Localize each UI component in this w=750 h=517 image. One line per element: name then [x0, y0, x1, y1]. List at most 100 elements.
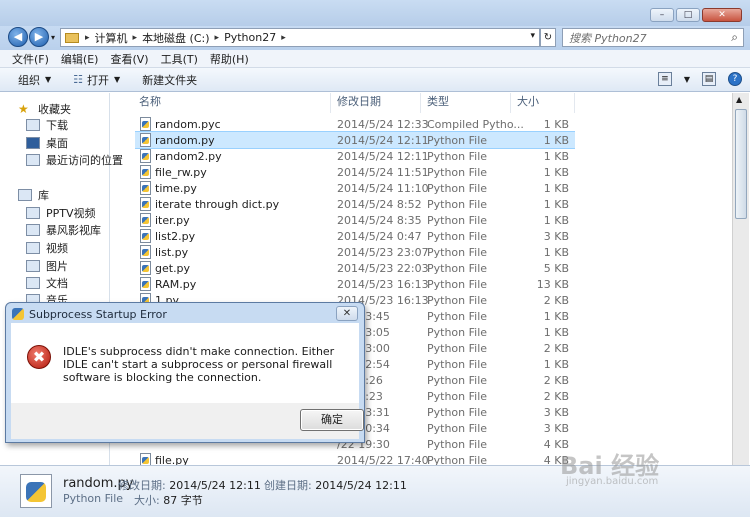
- nav-item-pictures[interactable]: 图片: [26, 258, 68, 274]
- chevron-right-icon[interactable]: ▸: [281, 33, 286, 43]
- file-size: 1 KB: [543, 357, 569, 371]
- search-icon[interactable]: ⌕: [731, 30, 738, 45]
- python-file-icon: [140, 261, 151, 275]
- file-date: 2014/5/23 16:13: [337, 277, 429, 291]
- file-row[interactable]: list.py 2014/5/23 23:07 Python File 1 KB: [135, 244, 575, 260]
- file-name: random.py: [155, 133, 215, 147]
- nav-item-downloads[interactable]: 下载: [26, 117, 68, 133]
- file-row[interactable]: random2.py 2014/5/24 12:11 Python File 1 KB: [135, 148, 575, 164]
- scroll-up-icon[interactable]: ▲: [736, 95, 742, 104]
- menu-file[interactable]: 文件(F): [12, 51, 49, 67]
- python-file-large-icon: [20, 474, 52, 508]
- nav-item-label: 暴风影视库: [46, 224, 101, 237]
- file-size: 1 KB: [543, 181, 569, 195]
- nav-item-videos[interactable]: 视频: [26, 240, 68, 256]
- preview-pane-icon[interactable]: ▤: [702, 72, 716, 86]
- python-file-icon: [140, 133, 151, 147]
- minimize-button[interactable]: –: [650, 8, 674, 22]
- breadcrumb-local-disk[interactable]: 本地磁盘 (C:): [142, 30, 209, 46]
- file-date: 2014/5/24 12:11: [337, 133, 429, 147]
- column-header-name[interactable]: 名称: [135, 93, 331, 113]
- python-file-icon: [140, 245, 151, 259]
- file-size: 5 KB: [543, 261, 569, 275]
- chevron-right-icon[interactable]: ▸: [215, 33, 220, 43]
- file-type: Python File: [427, 325, 488, 339]
- file-size: 1 KB: [543, 149, 569, 163]
- file-name: file_rw.py: [155, 165, 207, 179]
- vertical-scrollbar[interactable]: ▲: [732, 93, 749, 465]
- close-window-button[interactable]: ✕: [702, 8, 742, 22]
- python-app-icon: [12, 308, 24, 320]
- file-row[interactable]: list2.py 2014/5/24 0:47 Python File 3 KB: [135, 228, 575, 244]
- nav-item-label: 文档: [46, 277, 68, 290]
- file-row[interactable]: iter.py 2014/5/24 8:35 Python File 1 KB: [135, 212, 575, 228]
- file-row[interactable]: RAM.py 2014/5/23 16:13 Python File 13 KB: [135, 276, 575, 292]
- file-size: 1 KB: [543, 165, 569, 179]
- window-titlebar: – □ ✕: [0, 0, 750, 26]
- details-modified: 修改日期: 2014/5/24 12:11: [118, 477, 261, 493]
- file-row[interactable]: time.py 2014/5/24 11:10 Python File 1 KB: [135, 180, 575, 196]
- ok-button[interactable]: 确定: [300, 409, 364, 431]
- menu-view[interactable]: 查看(V): [110, 51, 148, 67]
- file-row-selected[interactable]: random.py 2014/5/24 12:11 Python File 1 KB: [135, 131, 575, 149]
- created-label: 创建日期:: [264, 479, 312, 492]
- back-button[interactable]: ◀: [8, 27, 28, 47]
- file-row[interactable]: file_rw.py 2014/5/24 11:51 Python File 1 KB: [135, 164, 575, 180]
- address-bar[interactable]: ▸ 计算机 ▸ 本地磁盘 (C:) ▸ Python27 ▸ ▾: [60, 28, 540, 47]
- history-dropdown-icon[interactable]: ▾: [51, 33, 55, 42]
- chevron-down-icon: ▼: [114, 75, 121, 84]
- nav-item-label: 图片: [46, 260, 68, 273]
- file-row[interactable]: get.py 2014/5/23 22:03 Python File 5 KB: [135, 260, 575, 276]
- breadcrumb-python27[interactable]: Python27: [224, 31, 276, 44]
- column-header-date[interactable]: 修改日期: [333, 93, 421, 113]
- open-button[interactable]: ☷ 打开 ▼: [73, 72, 120, 88]
- file-date: 2014/5/24 8:52: [337, 197, 422, 211]
- organize-button[interactable]: 组织 ▼: [18, 72, 51, 88]
- menu-edit[interactable]: 编辑(E): [61, 51, 99, 67]
- file-size: 2 KB: [543, 373, 569, 387]
- address-dropdown-icon[interactable]: ▾: [530, 31, 535, 41]
- chevron-right-icon[interactable]: ▸: [85, 33, 90, 43]
- modified-label: 修改日期:: [118, 479, 166, 492]
- column-header-type[interactable]: 类型: [423, 93, 511, 113]
- python-file-icon: [140, 197, 151, 211]
- column-header-size[interactable]: 大小: [513, 93, 575, 113]
- chevron-down-icon[interactable]: ▼: [684, 75, 690, 84]
- nav-item-documents[interactable]: 文档: [26, 275, 68, 291]
- menu-help[interactable]: 帮助(H): [210, 51, 249, 67]
- search-input[interactable]: 搜索 Python27 ⌕: [562, 28, 744, 47]
- breadcrumb-computer[interactable]: 计算机: [95, 30, 128, 46]
- forward-button[interactable]: ▶: [29, 27, 49, 47]
- new-folder-button[interactable]: 新建文件夹: [142, 72, 197, 88]
- chevron-right-icon[interactable]: ▸: [133, 33, 138, 43]
- new-folder-label: 新建文件夹: [142, 73, 198, 87]
- menu-tools[interactable]: 工具(T): [161, 51, 198, 67]
- view-options-icon[interactable]: ≡: [657, 72, 672, 86]
- scrollbar-thumb[interactable]: [735, 109, 747, 219]
- file-type: Python File: [427, 389, 488, 403]
- nav-item-baofeng[interactable]: 暴风影视库: [26, 222, 101, 238]
- dialog-close-button[interactable]: ✕: [336, 306, 358, 321]
- help-icon[interactable]: ?: [728, 72, 742, 86]
- file-type: Python File: [427, 277, 488, 291]
- nav-item-pptv[interactable]: PPTV视频: [26, 205, 96, 221]
- library-icon: [18, 189, 32, 201]
- file-type: Python File: [427, 293, 488, 307]
- refresh-button[interactable]: ↻: [540, 28, 556, 47]
- file-type: Python File: [427, 261, 488, 275]
- nav-libraries-label: 库: [38, 189, 49, 202]
- file-row[interactable]: random.pyc 2014/5/24 12:33 Compiled Pytho.…: [135, 116, 575, 132]
- nav-libraries[interactable]: 库: [18, 187, 49, 203]
- nav-item-label: 视频: [46, 242, 68, 255]
- python-file-icon: [140, 165, 151, 179]
- maximize-button[interactable]: □: [676, 8, 700, 22]
- nav-item-desktop[interactable]: 桌面: [26, 135, 68, 151]
- file-type: Python File: [427, 421, 488, 435]
- python-file-icon: [140, 181, 151, 195]
- nav-item-recent[interactable]: 最近访问的位置: [26, 152, 123, 168]
- file-row[interactable]: iterate through dict.py 2014/5/24 8:52 Pyt…: [135, 196, 575, 212]
- dialog-title: Subprocess Startup Error: [29, 307, 167, 321]
- file-size: 1 KB: [543, 117, 569, 131]
- nav-favorites[interactable]: ★ 收藏夹: [18, 101, 71, 117]
- desktop-icon: [26, 137, 40, 149]
